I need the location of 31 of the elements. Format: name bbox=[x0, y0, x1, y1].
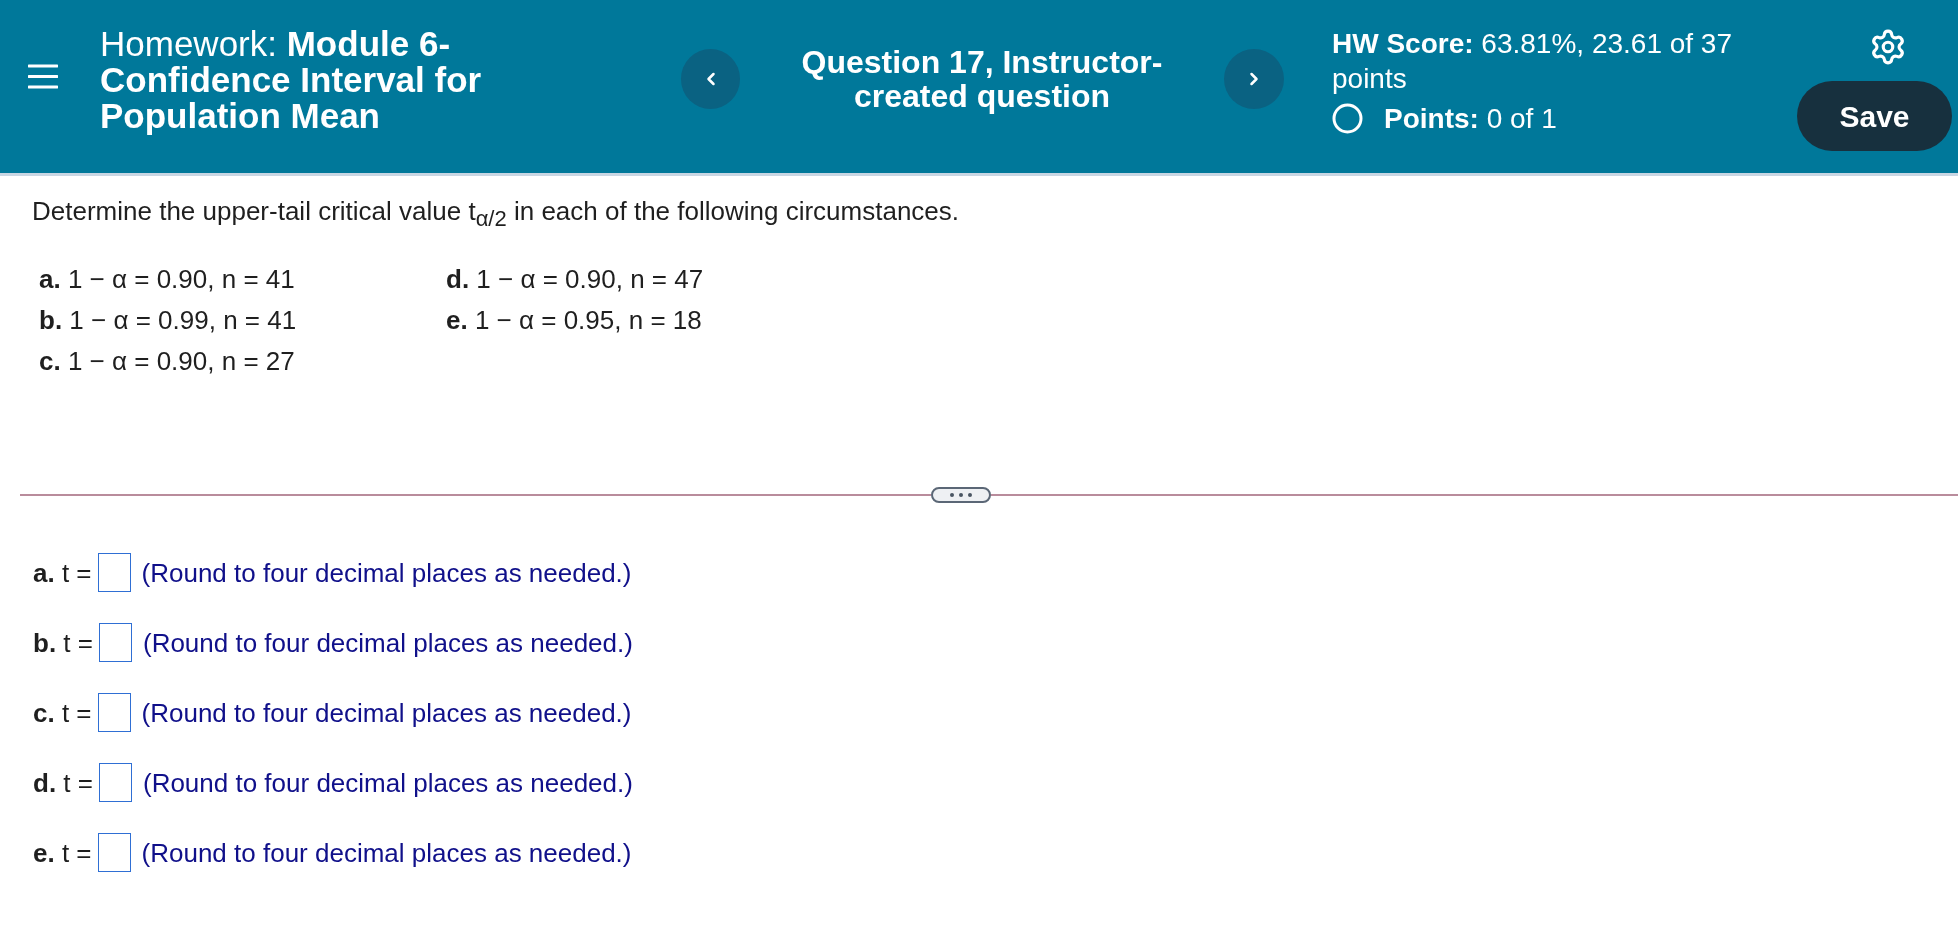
answer-box[interactable] bbox=[98, 623, 132, 662]
circle-icon bbox=[1332, 103, 1363, 134]
answer-box[interactable] bbox=[98, 763, 132, 802]
answer-label: e. t = bbox=[33, 836, 92, 869]
answer-box[interactable] bbox=[97, 693, 131, 732]
question-title: Question 17, Instructor-created question bbox=[800, 45, 1164, 113]
expand-button[interactable] bbox=[931, 487, 991, 503]
question-part: e. 1 − α = 0.95, n = 18 bbox=[446, 304, 702, 336]
rounding-hint: (Round to four decimal places as needed.) bbox=[142, 766, 633, 799]
answer-box[interactable] bbox=[97, 553, 131, 592]
rounding-hint: (Round to four decimal places as needed.) bbox=[141, 696, 632, 729]
points-text: Points: 0 of 1 bbox=[1384, 102, 1557, 136]
answer-label: b. t = bbox=[33, 626, 93, 659]
question-part: c. 1 − α = 0.90, n = 27 bbox=[39, 345, 295, 377]
answer-label: a. t = bbox=[33, 556, 92, 589]
settings-icon[interactable] bbox=[1869, 28, 1907, 66]
answer-label: d. t = bbox=[33, 766, 93, 799]
rounding-hint: (Round to four decimal places as needed.) bbox=[141, 556, 632, 589]
question-prompt: Determine the upper-tail critical value t$_{α/2}$ in each of the following circumstances. bbox=[32, 195, 961, 227]
question-part: a. 1 − α = 0.90, n = 41 bbox=[39, 263, 295, 295]
assignment-title: Homework: Module 6-Confidence Interval for Population Mean bbox=[100, 26, 483, 134]
rounding-hint: (Round to four decimal places as needed.) bbox=[142, 626, 633, 659]
question-part: b. 1 − α = 0.99, n = 41 bbox=[39, 304, 297, 336]
hw-score: HW Score: 63.81%, 23.61 of 37 points bbox=[1332, 27, 1733, 96]
answer-label: c. t = bbox=[33, 696, 92, 729]
question-part: d. 1 − α = 0.90, n = 47 bbox=[446, 263, 704, 295]
save-button[interactable]: Save bbox=[1797, 81, 1952, 151]
answer-box[interactable] bbox=[97, 833, 131, 872]
menu-icon[interactable] bbox=[28, 64, 58, 89]
rounding-hint: (Round to four decimal places as needed.) bbox=[141, 836, 632, 869]
more-icon bbox=[950, 493, 972, 497]
